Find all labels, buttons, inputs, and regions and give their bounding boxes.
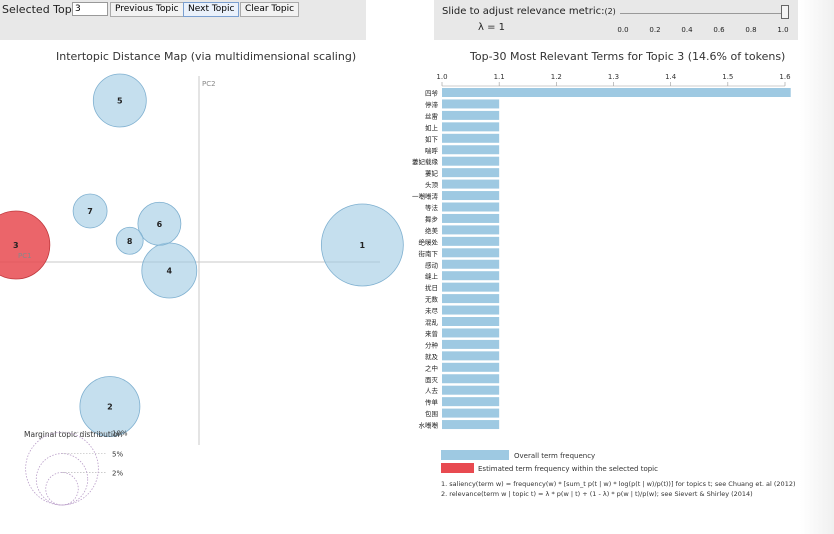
term-label[interactable]: 未尽	[425, 306, 439, 315]
page-edge	[800, 0, 834, 534]
term-label[interactable]: 分种	[425, 340, 439, 349]
legend-swatch-overall	[441, 450, 509, 460]
bar-axis-tick-label: 1.0	[436, 73, 447, 81]
term-bar-overall[interactable]	[442, 156, 500, 166]
legend-label-overall: Overall term frequency	[514, 452, 595, 460]
term-label[interactable]: 人去	[425, 386, 439, 395]
term-label[interactable]: 扰日	[425, 283, 438, 292]
term-bar-overall[interactable]	[442, 191, 500, 201]
term-bar-overall[interactable]	[442, 88, 791, 97]
term-label[interactable]: 混乱	[425, 318, 439, 327]
term-bar-overall[interactable]	[442, 397, 500, 407]
term-label[interactable]: 来曾	[425, 329, 438, 338]
term-bar-overall[interactable]	[442, 248, 500, 258]
footnote-relevance: 2. relevance(term w | topic t) = λ * p(w…	[441, 490, 753, 498]
size-legend-label: 5%	[112, 451, 123, 459]
term-label[interactable]: 感动	[425, 260, 439, 269]
term-label[interactable]: 就及	[425, 352, 439, 361]
term-label[interactable]: 缝上	[425, 272, 439, 281]
term-label[interactable]: 喘呼	[425, 146, 439, 155]
topic-bubble-label: 7	[87, 207, 93, 216]
term-bar-overall[interactable]	[442, 305, 500, 315]
term-label[interactable]: 面灭	[425, 376, 439, 384]
topic-bubble-3[interactable]	[0, 210, 51, 280]
pc1-axis-label: PC1	[18, 252, 32, 260]
term-bar-overall[interactable]	[442, 339, 500, 349]
bar-axis-tick-label: 1.1	[494, 73, 505, 81]
term-bar-overall[interactable]	[442, 145, 500, 155]
legend-swatch-selected	[441, 463, 474, 473]
term-bar-overall[interactable]	[442, 294, 500, 304]
bar-axis-tick-label: 1.2	[551, 73, 562, 81]
term-label[interactable]: 水嘲嘲	[419, 421, 439, 430]
term-label[interactable]: 绝暖处	[419, 237, 439, 246]
term-bar-overall[interactable]	[442, 362, 500, 372]
term-label[interactable]: 传单	[425, 398, 439, 407]
topic-bubble-label: 6	[157, 220, 163, 229]
term-label[interactable]: 绝美	[425, 226, 439, 235]
term-bar-overall[interactable]	[442, 408, 500, 418]
term-bar-overall[interactable]	[442, 168, 500, 178]
topic-bubble-label: 3	[13, 241, 19, 250]
topic-bubble-label: 8	[127, 237, 133, 246]
size-legend-label: 10%	[112, 429, 128, 437]
term-label[interactable]: 无数	[425, 295, 439, 304]
legend-label-selected: Estimated term frequency within the sele…	[478, 465, 658, 473]
bar-axis-tick-label: 1.4	[665, 73, 677, 81]
term-label[interactable]: 头顶	[425, 180, 439, 189]
pc2-axis-label: PC2	[202, 80, 216, 88]
term-bar-overall[interactable]	[442, 420, 500, 430]
term-label[interactable]: 之中	[425, 363, 438, 372]
size-legend-circle	[25, 431, 99, 506]
bar-axis-tick-label: 1.3	[608, 73, 619, 81]
size-legend-circle	[35, 453, 89, 506]
term-label[interactable]: 如上	[425, 123, 439, 132]
term-label[interactable]: 四爷	[425, 89, 439, 98]
term-bar-overall[interactable]	[442, 328, 500, 338]
topic-bubble-label: 1	[360, 241, 366, 250]
size-legend-circle	[45, 472, 79, 506]
lda-visualization: PC2 1 2 3 4 5 6 7 8 PC1 Marginal topic distributio…	[0, 73, 796, 506]
bar-axis-tick-label: 1.6	[779, 73, 791, 81]
term-bar-overall[interactable]	[442, 374, 500, 384]
term-label[interactable]: 等法	[425, 203, 439, 212]
term-bar-overall[interactable]	[442, 179, 500, 189]
term-label[interactable]: 一嘲嘲涛	[412, 192, 439, 201]
term-bar-overall[interactable]	[442, 259, 500, 269]
term-bar-overall[interactable]	[442, 202, 500, 212]
term-bar-overall[interactable]	[442, 351, 500, 361]
term-bar-overall[interactable]	[442, 99, 500, 109]
term-label[interactable]: 萋妃	[425, 169, 439, 178]
term-label[interactable]: 停滞	[425, 100, 439, 109]
term-bar-overall[interactable]	[442, 236, 500, 246]
term-bar-overall[interactable]	[442, 122, 500, 132]
bar-axis-tick-label: 1.5	[722, 73, 733, 81]
size-legend-label: 2%	[112, 469, 123, 477]
term-label[interactable]: 街南下	[419, 249, 439, 258]
term-bar-overall[interactable]	[442, 213, 500, 223]
term-label[interactable]: 萋妃载缘	[412, 157, 439, 166]
term-bar-overall[interactable]	[442, 133, 500, 143]
size-legend-title: Marginal topic distribution	[24, 430, 123, 439]
term-bar-overall[interactable]	[442, 317, 500, 326]
term-label[interactable]: 如下	[425, 134, 439, 143]
term-bar-overall[interactable]	[442, 282, 500, 292]
term-bar-overall[interactable]	[442, 271, 500, 281]
topic-bubble-label: 4	[167, 267, 173, 276]
term-bar-overall[interactable]	[442, 110, 500, 120]
footnote-saliency: 1. saliency(term w) = frequency(w) * [su…	[441, 480, 796, 488]
topic-bubble-label: 5	[117, 97, 123, 106]
term-label[interactable]: 包围	[425, 409, 438, 418]
term-bar-overall[interactable]	[442, 385, 500, 395]
topic-bubble-label: 2	[107, 403, 113, 412]
term-label[interactable]: 丝雷	[425, 111, 438, 120]
term-label[interactable]: 舞步	[425, 214, 439, 223]
term-bar-overall[interactable]	[442, 225, 500, 235]
